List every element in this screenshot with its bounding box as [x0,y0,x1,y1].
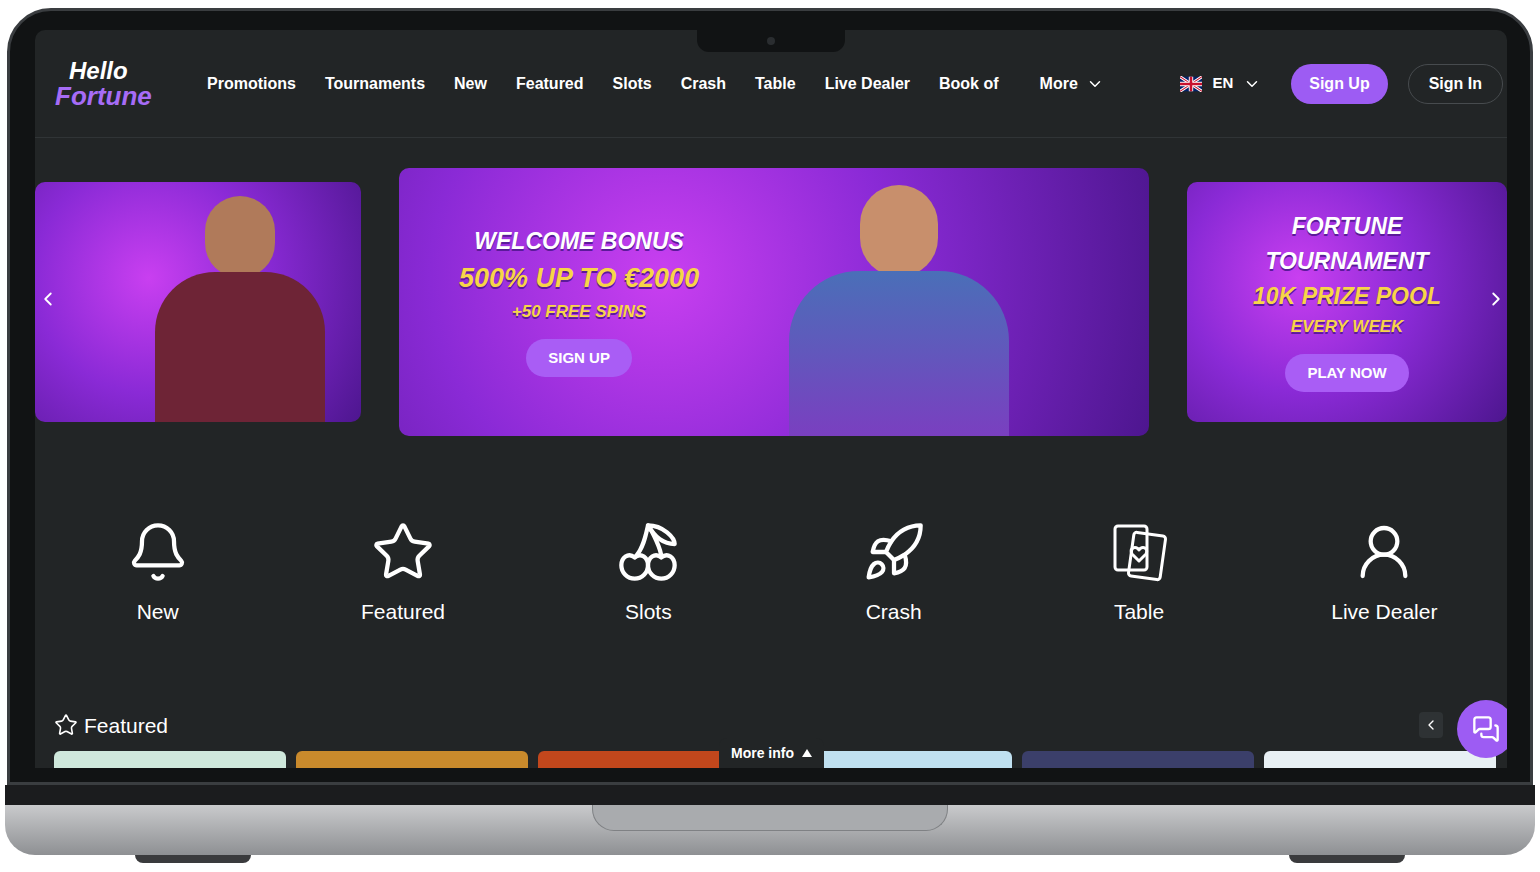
nav-link[interactable]: Tournaments [325,72,425,96]
language-select[interactable]: EN [1180,72,1261,95]
chevron-left-icon [37,288,59,310]
more-menu[interactable]: More [1040,72,1104,96]
nav-link[interactable]: Live Dealer [825,72,910,96]
chevron-down-icon [1243,75,1261,93]
promo-text: FORTUNE TOURNAMENT 10K PRIZE POOL EVERY WEE… [1253,212,1441,392]
carousel-slide[interactable] [35,182,361,422]
main-nav: Promotions Tournaments New Featured Slots Cra… [207,72,1104,96]
nav-link[interactable]: Book of [939,72,999,96]
chat-icon [1472,715,1500,743]
promo-line: EVERY WEEK [1291,316,1404,337]
promo-line: 10K PRIZE POOL [1253,282,1441,311]
nav-link[interactable]: Slots [613,72,652,96]
carousel-prev[interactable] [37,288,59,310]
promo-line: WELCOME BONUS [474,227,684,256]
chevron-down-icon [1086,75,1104,93]
category-item[interactable]: Table [1016,520,1261,628]
promo-text: WELCOME BONUS 500% UP TO €2000 +50 FREE SP… [459,227,699,377]
category-item[interactable]: Live Dealer [1262,520,1507,628]
page: HelloFortunePromotionsTournamentsNewFeat… [0,0,1540,872]
category-item[interactable]: Featured [280,520,525,628]
promo-line: 500% UP TO €2000 [459,262,699,296]
nav-link[interactable]: Crash [681,72,726,96]
categories: NewFeaturedSlotsCrashTableLive Dealer [35,520,1507,628]
category-item[interactable]: Slots [526,520,771,628]
uk-flag-icon [1180,76,1202,92]
game-thumbnail[interactable] [1264,751,1496,768]
sign-up-button[interactable]: Sign Up [1291,64,1387,104]
chevron-right-icon [1485,288,1507,310]
logo[interactable]: HelloFortune [55,59,207,109]
triangle-up-icon [802,749,812,757]
carousel-slide[interactable]: WELCOME BONUS 500% UP TO €2000 +50 FREE SP… [399,168,1149,436]
game-thumbnail[interactable] [296,751,528,768]
laptop-base [5,785,1535,855]
carousel-slide[interactable]: FORTUNE TOURNAMENT 10K PRIZE POOL EVERY WEE… [1187,182,1507,422]
rocket-icon [862,520,926,584]
promo-line: FORTUNE [1292,212,1403,241]
featured-prev[interactable] [1419,712,1443,738]
base-notch [592,805,948,831]
chevron-left-icon [1423,717,1439,733]
cards-icon [1107,520,1171,584]
star-icon [371,520,435,584]
nav-link[interactable]: Promotions [207,72,296,96]
laptop-lid: HelloFortunePromotionsTournamentsNewFeat… [7,8,1533,785]
laptop-foot [135,855,251,863]
carousel-next[interactable] [1485,288,1507,310]
promo-button[interactable]: SIGN UP [526,339,632,378]
person-photo [789,185,1009,436]
chat-button[interactable] [1457,700,1507,758]
nav-link[interactable]: Featured [516,72,584,96]
category-item[interactable]: Crash [771,520,1016,628]
promo-button[interactable]: PLAY NOW [1285,354,1408,393]
nav-link[interactable]: New [454,72,487,96]
laptop-foot [1289,855,1405,863]
webcam-notch [697,30,845,52]
category-item[interactable]: New [35,520,280,628]
promo-line: +50 FREE SPINS [512,301,647,322]
screen: HelloFortunePromotionsTournamentsNewFeat… [35,30,1507,768]
sign-in-button[interactable]: Sign In [1408,64,1503,104]
dealer-icon [1352,520,1416,584]
bell-icon [126,520,190,584]
nav-link[interactable]: Table [755,72,796,96]
cherry-icon [616,520,680,584]
carousel: WELCOME BONUS 500% UP TO €2000 +50 FREE SP… [35,168,1507,436]
game-thumbnail[interactable] [1022,751,1254,768]
game-thumbnail[interactable] [54,751,286,768]
person-photo [155,196,325,422]
star-icon [54,713,78,737]
promo-line: TOURNAMENT [1265,247,1428,276]
featured-title: Featured [84,710,168,742]
more-info-tab[interactable]: More info [719,738,824,768]
